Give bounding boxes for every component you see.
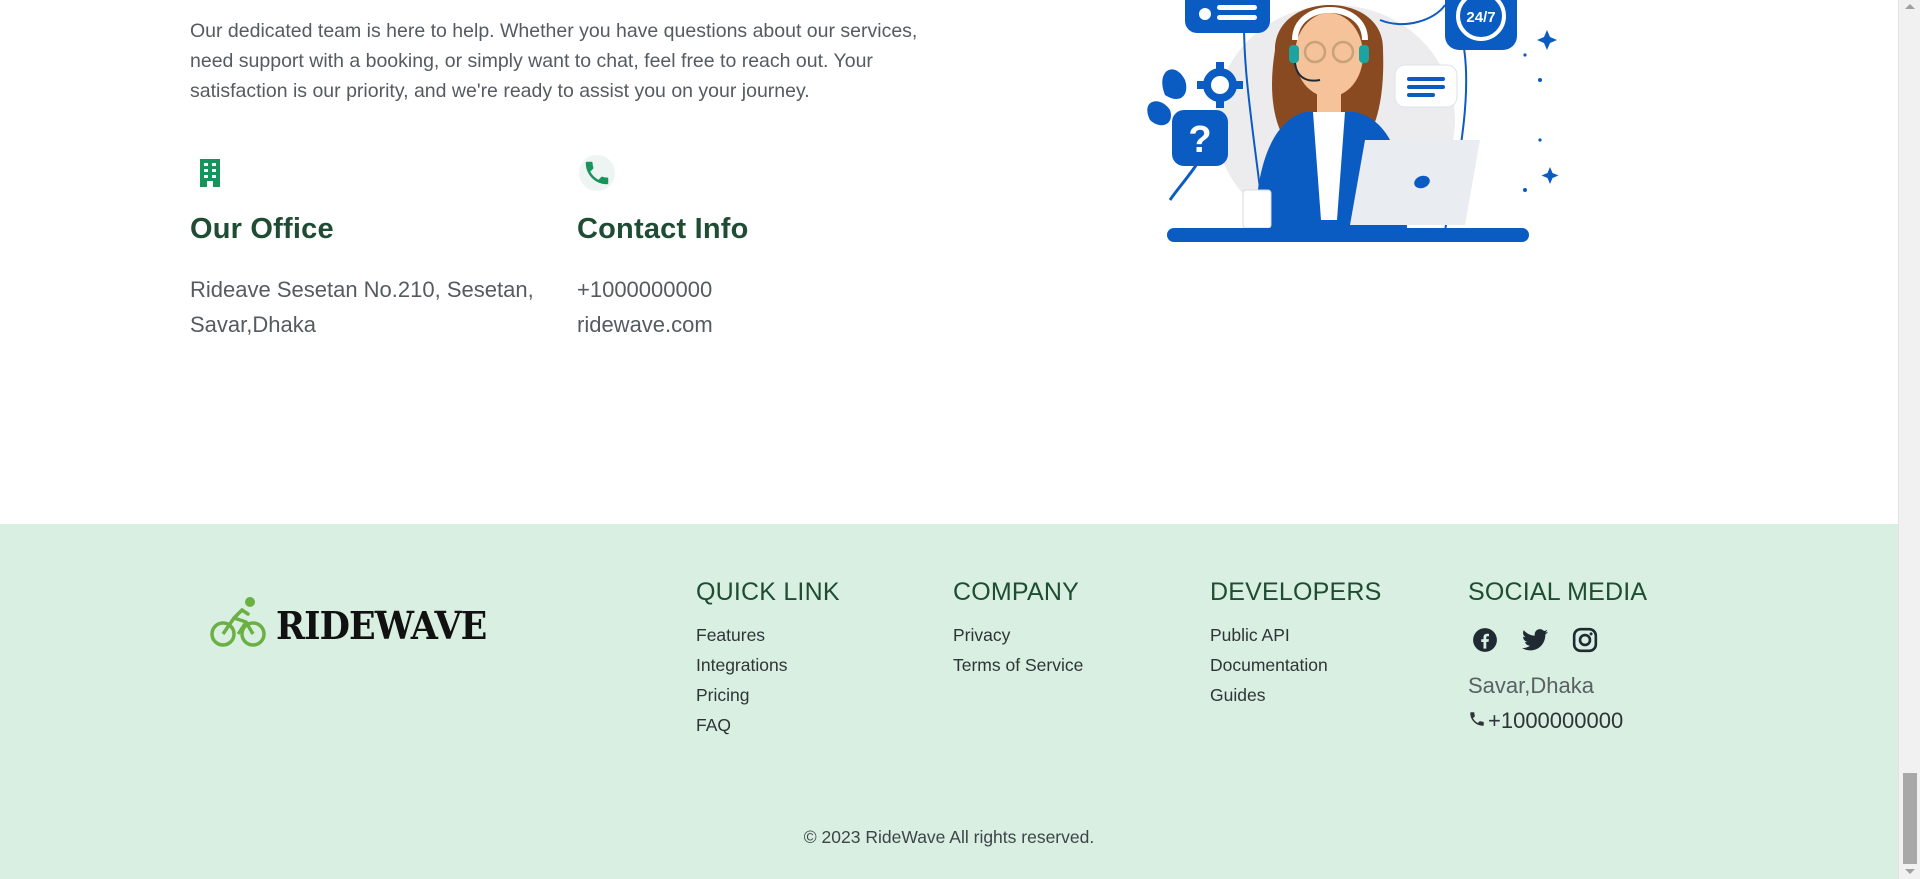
scroll-down-icon[interactable] (1905, 869, 1915, 874)
office-column: Our Office Rideave Sesetan No.210, Seset… (190, 155, 550, 342)
contact-intro-text: Our dedicated team is here to help. Whet… (190, 20, 918, 102)
office-address-line1: Rideave Sesetan No.210, Sesetan, (190, 277, 534, 302)
footer-link-documentation[interactable]: Documentation (1210, 650, 1382, 680)
footer-quick-link-column: QUICK LINK Features Integrations Pricing… (696, 578, 840, 740)
brand-logo[interactable]: RIDEWAVE (210, 596, 505, 655)
footer-link-integrations[interactable]: Integrations (696, 650, 840, 680)
support-agent-illustration: 24/7 ? (1145, 0, 1565, 250)
footer-link-terms[interactable]: Terms of Service (953, 650, 1083, 680)
illustration-question-mark: ? (1188, 119, 1211, 161)
developers-heading: DEVELOPERS (1210, 578, 1382, 606)
page-scrollbar[interactable] (1898, 0, 1920, 879)
footer-link-pricing[interactable]: Pricing (696, 680, 840, 710)
building-icon (192, 155, 228, 191)
footer-company-column: COMPANY Privacy Terms of Service (953, 578, 1083, 680)
phone-icon (579, 155, 615, 191)
contact-info-title: Contact Info (577, 213, 749, 245)
footer-phone-number: +1000000000 (1488, 708, 1624, 733)
phone-icon (1468, 703, 1486, 738)
illustration-247-badge: 24/7 (1466, 9, 1495, 26)
copyright-text: © 2023 RideWave All rights reserved. (803, 827, 1095, 847)
footer-link-faq[interactable]: FAQ (696, 710, 840, 740)
footer-social-column: SOCIAL MEDIA Savar,Dhaka +1000000000 (1468, 578, 1647, 738)
instagram-icon[interactable] (1571, 626, 1599, 654)
footer-link-privacy[interactable]: Privacy (953, 620, 1083, 650)
site-footer: RIDEWAVE QUICK LINK Features Integration… (0, 524, 1898, 879)
social-icons (1471, 626, 1647, 654)
brand-name: RIDEWAVE (276, 603, 487, 648)
facebook-icon[interactable] (1471, 626, 1499, 654)
quick-link-heading: QUICK LINK (696, 578, 840, 606)
scroll-up-icon[interactable] (1905, 4, 1915, 9)
office-address-line2: Savar,Dhaka (190, 312, 316, 337)
contact-info-details: +1000000000 ridewave.com (577, 272, 937, 342)
contact-phone: +1000000000 (577, 277, 713, 302)
footer-link-features[interactable]: Features (696, 620, 840, 650)
scrollbar-thumb[interactable] (1903, 773, 1917, 864)
company-heading: COMPANY (953, 578, 1079, 606)
social-media-heading: SOCIAL MEDIA (1468, 578, 1648, 606)
footer-link-public-api[interactable]: Public API (1210, 620, 1382, 650)
contact-section: Our dedicated team is here to help. Whet… (0, 0, 1898, 524)
footer-link-guides[interactable]: Guides (1210, 680, 1382, 710)
cyclist-logo-icon (210, 596, 266, 655)
twitter-icon[interactable] (1521, 626, 1549, 654)
office-address: Rideave Sesetan No.210, Sesetan, Savar,D… (190, 272, 550, 342)
footer-developers-column: DEVELOPERS Public API Documentation Guid… (1210, 578, 1382, 710)
office-title: Our Office (190, 213, 334, 245)
contact-website: ridewave.com (577, 312, 713, 337)
footer-address: Savar,Dhaka (1468, 673, 1594, 698)
contact-info-column: Contact Info +1000000000 ridewave.com (577, 155, 937, 342)
footer-phone: +1000000000 (1468, 703, 1647, 738)
